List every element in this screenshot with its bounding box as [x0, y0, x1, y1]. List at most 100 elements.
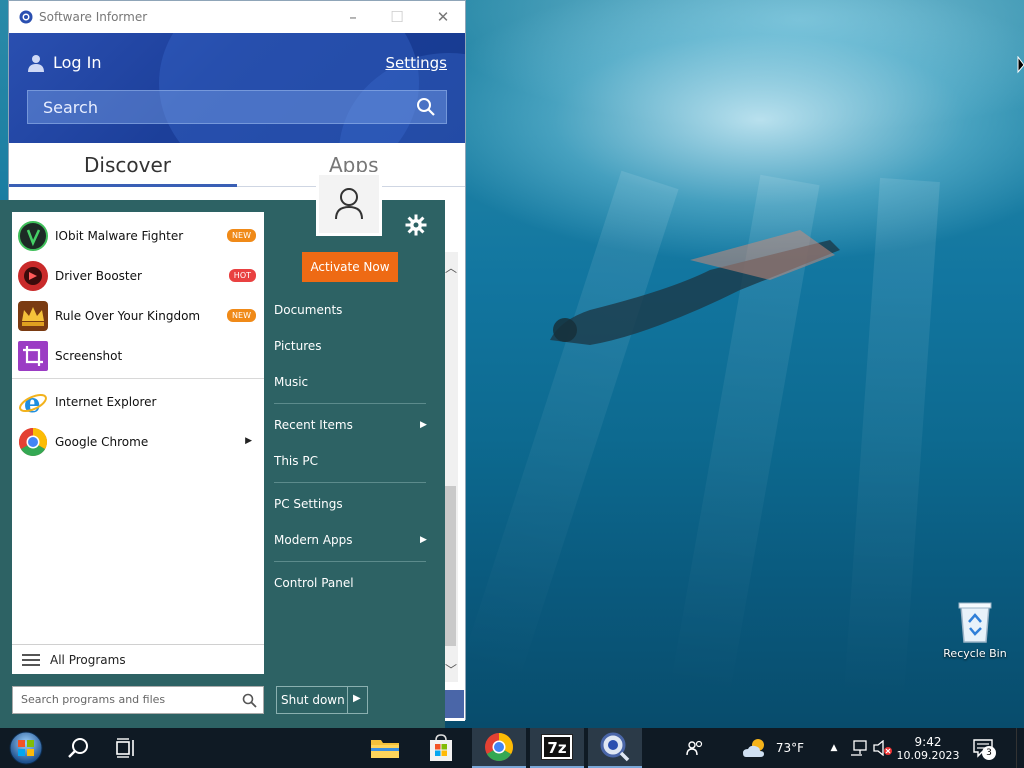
- weather-widget[interactable]: 73°F: [738, 728, 808, 768]
- login-label: Log In: [53, 53, 102, 72]
- user-avatar-icon: [335, 188, 363, 220]
- iobit-malware-fighter-icon: [18, 221, 48, 251]
- task-view-button[interactable]: [108, 728, 144, 768]
- start-search-placeholder: Search programs and files: [21, 693, 166, 706]
- magnifier-app-icon: [600, 732, 630, 762]
- list-item-google-chrome[interactable]: Google Chrome ▶: [12, 422, 264, 462]
- shutdown-button[interactable]: Shut down ▶: [276, 686, 368, 714]
- scroll-down-arrow[interactable]: ﹀: [444, 661, 458, 678]
- search-input[interactable]: Search: [27, 90, 447, 124]
- activate-now-button[interactable]: Activate Now: [302, 252, 398, 282]
- svg-text:e: e: [24, 389, 41, 417]
- settings-link[interactable]: Settings: [385, 54, 447, 72]
- app-label: Internet Explorer: [55, 395, 157, 409]
- mouse-cursor-icon: [1017, 56, 1024, 74]
- menu-item-control-panel[interactable]: Control Panel: [274, 576, 354, 590]
- start-button[interactable]: [4, 728, 48, 768]
- scrollbar-thumb[interactable]: [444, 486, 456, 646]
- start-menu-programs-pane: IObit Malware Fighter NEW Driver Booster…: [12, 212, 264, 674]
- divider: [274, 403, 426, 404]
- hamburger-icon: [22, 654, 40, 666]
- start-menu: IObit Malware Fighter NEW Driver Booster…: [0, 200, 445, 728]
- submenu-arrow-icon: ▶: [420, 535, 427, 545]
- menu-item-documents[interactable]: Documents: [274, 303, 342, 317]
- menu-item-this-pc[interactable]: This PC: [274, 454, 318, 468]
- volume-muted-icon: [873, 740, 892, 756]
- all-programs-button[interactable]: All Programs: [12, 644, 264, 675]
- network-tray-button[interactable]: [848, 728, 870, 768]
- taskbar: 7z 73°F ▲ 9:42 10.09.2023 3: [0, 728, 1024, 768]
- crown-icon: [18, 301, 48, 331]
- shutdown-label: Shut down: [281, 693, 345, 707]
- list-item-rule-over-your-kingdom[interactable]: Rule Over Your Kingdom NEW: [12, 296, 264, 336]
- people-icon: [686, 740, 703, 756]
- window-bottom-strip: [444, 690, 464, 718]
- start-search-input[interactable]: Search programs and files: [12, 686, 264, 714]
- menu-item-pictures[interactable]: Pictures: [274, 339, 322, 353]
- divider: [12, 378, 264, 379]
- active-tab-indicator: [9, 184, 237, 187]
- search-icon[interactable]: [416, 97, 436, 117]
- all-programs-label: All Programs: [50, 653, 126, 667]
- recycle-bin-label: Recycle Bin: [943, 647, 1007, 660]
- divider: [274, 482, 426, 483]
- shutdown-options-arrow-icon[interactable]: ▶: [353, 693, 361, 704]
- screenshot-crop-icon: [18, 341, 48, 371]
- menu-item-music[interactable]: Music: [274, 375, 308, 389]
- internet-explorer-icon: e: [18, 387, 48, 419]
- menu-item-modern-apps[interactable]: Modern Apps: [274, 533, 353, 547]
- menu-item-recent-items[interactable]: Recent Items: [274, 418, 353, 432]
- scroll-up-arrow[interactable]: ︿: [444, 259, 458, 276]
- clock-time: 9:42: [914, 734, 942, 749]
- recycle-bin-shortcut[interactable]: Recycle Bin: [940, 600, 1010, 660]
- software-informer-logo-icon: [19, 10, 33, 24]
- taskbar-7zip[interactable]: 7z: [530, 728, 584, 768]
- list-item-driver-booster[interactable]: Driver Booster HOT: [12, 256, 264, 296]
- search-icon: [68, 738, 88, 758]
- list-item-internet-explorer[interactable]: e Internet Explorer: [12, 382, 264, 422]
- search-placeholder: Search: [43, 98, 98, 117]
- app-label: Rule Over Your Kingdom: [55, 309, 201, 323]
- taskbar-search-button[interactable]: [60, 728, 96, 768]
- user-icon: [28, 54, 44, 72]
- app-label: Driver Booster: [55, 269, 142, 283]
- new-badge: NEW: [227, 309, 256, 322]
- taskbar-file-explorer[interactable]: [364, 728, 406, 768]
- maximize-button[interactable]: ☐: [387, 7, 407, 27]
- hot-badge: HOT: [228, 269, 256, 282]
- shutdown-divider: [347, 687, 348, 713]
- people-button[interactable]: [682, 728, 708, 768]
- show-hidden-icons-button[interactable]: ▲: [826, 728, 842, 768]
- list-item-iobit[interactable]: IObit Malware Fighter NEW: [12, 216, 264, 256]
- gear-icon[interactable]: [404, 213, 428, 237]
- light-ray: [843, 177, 940, 701]
- minimize-button[interactable]: –: [343, 7, 363, 27]
- list-item-screenshot[interactable]: Screenshot: [12, 336, 264, 376]
- window-title: Software Informer: [39, 10, 148, 24]
- volume-tray-button[interactable]: [872, 728, 894, 768]
- notification-center-button[interactable]: 3: [966, 728, 1000, 768]
- diver-silhouette: [550, 230, 840, 345]
- window-titlebar[interactable]: Software Informer – ☐ ✕: [9, 1, 465, 33]
- taskbar-chrome[interactable]: [472, 728, 526, 768]
- microsoft-store-icon: [430, 734, 452, 761]
- file-explorer-icon: [371, 740, 399, 758]
- recycle-bin-icon: [958, 602, 992, 643]
- user-account-picture[interactable]: [316, 172, 382, 236]
- login-button[interactable]: Log In: [27, 53, 102, 72]
- chrome-icon: [485, 733, 513, 761]
- app-label: IObit Malware Fighter: [55, 229, 184, 243]
- app-header: Log In Settings Search: [9, 33, 465, 143]
- divider: [274, 561, 426, 562]
- notification-count-badge: 3: [982, 746, 996, 760]
- weather-temperature: 73°F: [775, 741, 805, 755]
- taskbar-microsoft-store[interactable]: [420, 728, 462, 768]
- clock[interactable]: 9:42 10.09.2023: [896, 728, 960, 768]
- close-button[interactable]: ✕: [433, 7, 453, 27]
- taskbar-software-informer[interactable]: [588, 728, 642, 768]
- tab-discover[interactable]: Discover: [84, 153, 171, 177]
- tab-bar: Discover Apps: [9, 143, 465, 189]
- clock-date: 10.09.2023: [896, 748, 960, 762]
- show-desktop-button[interactable]: [1016, 728, 1024, 768]
- menu-item-pc-settings[interactable]: PC Settings: [274, 497, 343, 511]
